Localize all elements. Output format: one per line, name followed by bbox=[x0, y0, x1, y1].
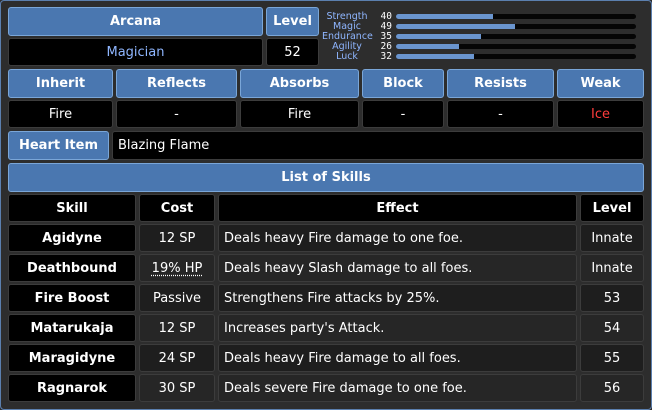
skill-cost: 24 SP bbox=[139, 344, 215, 372]
skills-header-cost: Cost bbox=[139, 194, 215, 222]
affinity-header-inherit: Inherit bbox=[8, 69, 113, 98]
skill-cost-tooltip-text[interactable]: 19% HP bbox=[152, 261, 203, 276]
skill-level: Innate bbox=[580, 224, 644, 252]
stat-label-luck: Luck bbox=[336, 51, 358, 62]
skill-name: Ragnarok bbox=[8, 374, 136, 402]
affinity-resists-value: - bbox=[447, 100, 554, 128]
arcana-value: Magician bbox=[8, 38, 263, 66]
level-value: 52 bbox=[266, 38, 319, 66]
affinity-header-block: Block bbox=[362, 69, 444, 98]
skills-header-level: Level bbox=[580, 194, 644, 222]
skill-effect: Increases party's Attack. bbox=[218, 314, 577, 342]
affinity-absorbs-value: Fire bbox=[240, 100, 359, 128]
stat-value-luck: 32 bbox=[380, 51, 392, 62]
skill-effect: Deals heavy Fire damage to one foe. bbox=[218, 224, 577, 252]
skill-effect: Deals severe Fire damage to one foe. bbox=[218, 374, 577, 402]
skill-level: 56 bbox=[580, 374, 644, 402]
skill-effect: Strengthens Fire attacks by 25%. bbox=[218, 284, 577, 312]
skill-name: Agidyne bbox=[8, 224, 136, 252]
skill-cost: Passive bbox=[139, 284, 215, 312]
heart-item-value: Blazing Flame bbox=[112, 131, 644, 160]
affinity-header-reflects: Reflects bbox=[116, 69, 237, 98]
skill-name: Deathbound bbox=[8, 254, 136, 282]
affinity-header-weak: Weak bbox=[557, 69, 644, 98]
affinity-block-value: - bbox=[362, 100, 444, 128]
skill-level: 54 bbox=[580, 314, 644, 342]
arcana-header: Arcana bbox=[8, 7, 263, 36]
affinity-inherit-value: Fire bbox=[8, 100, 113, 128]
stat-bar-fill bbox=[396, 14, 493, 19]
skill-level: 55 bbox=[580, 344, 644, 372]
stat-bar-luck bbox=[396, 54, 636, 59]
skills-title: List of Skills bbox=[8, 163, 644, 192]
level-header: Level bbox=[266, 7, 319, 36]
affinity-weak-value: Ice bbox=[557, 100, 644, 128]
skill-effect: Deals heavy Fire damage to all foes. bbox=[218, 344, 577, 372]
affinity-header-absorbs: Absorbs bbox=[240, 69, 359, 98]
stat-bar-strength bbox=[396, 14, 636, 19]
skills-header-skill: Skill bbox=[8, 194, 136, 222]
skill-name: Matarukaja bbox=[8, 314, 136, 342]
stat-bar-magic bbox=[396, 24, 636, 29]
skill-cost: 12 SP bbox=[139, 224, 215, 252]
stat-bar-fill bbox=[396, 44, 460, 49]
skill-cost[interactable]: 19% HP bbox=[139, 254, 215, 282]
skill-name: Maragidyne bbox=[8, 344, 136, 372]
stat-bar-agility bbox=[396, 44, 636, 49]
skill-cost: 30 SP bbox=[139, 374, 215, 402]
stat-bar-fill bbox=[396, 34, 481, 39]
heart-item-label: Heart Item bbox=[8, 131, 109, 160]
stat-bar-fill bbox=[396, 54, 474, 59]
affinity-reflects-value: - bbox=[116, 100, 237, 128]
skill-cost: 12 SP bbox=[139, 314, 215, 342]
skill-effect: Deals heavy Slash damage to all foes. bbox=[218, 254, 577, 282]
stat-bar-fill bbox=[396, 24, 515, 29]
skill-level: Innate bbox=[580, 254, 644, 282]
skill-level: 53 bbox=[580, 284, 644, 312]
skill-name: Fire Boost bbox=[8, 284, 136, 312]
skills-header-effect: Effect bbox=[218, 194, 577, 222]
affinity-header-resists: Resists bbox=[447, 69, 554, 98]
stat-bar-endurance bbox=[396, 34, 636, 39]
